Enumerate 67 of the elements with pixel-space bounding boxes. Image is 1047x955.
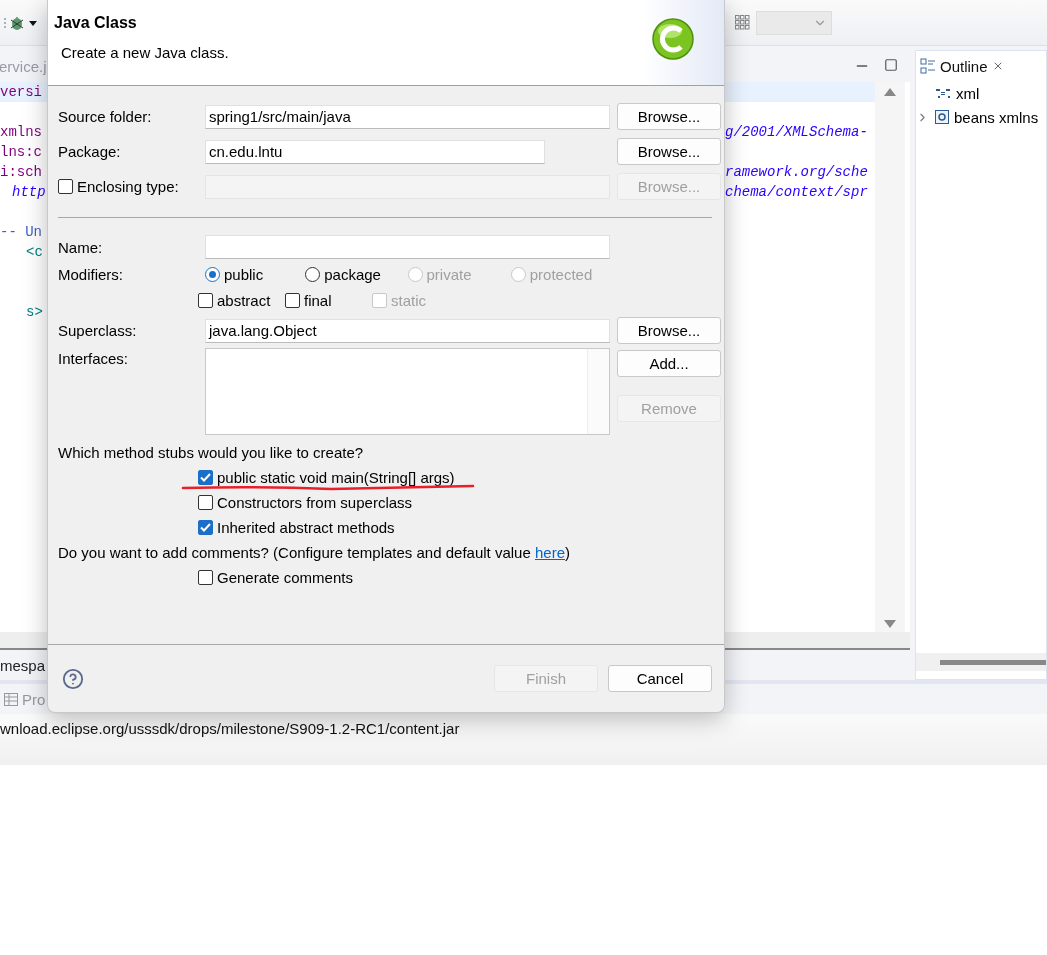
input-field[interactable]: cn.edu.lntu [205, 139, 545, 164]
code-line: <c [25, 243, 43, 262]
editor-subtab[interactable]: mespa [0, 656, 46, 674]
cancel-button[interactable]: Cancel [608, 665, 712, 692]
field-label: Package: [58, 143, 122, 160]
status-text: wnload.eclipse.org/usssdk/drops/milestone/S909-1.2-RC1/content.jar [0, 714, 1047, 765]
list-button[interactable]: Add... [617, 350, 721, 377]
checkbox[interactable] [198, 470, 213, 485]
comments-question: Do you want to add comments? (Configure templates and default value here) [58, 544, 570, 561]
field-label: Superclass: [58, 322, 138, 339]
radio-label: private [426, 265, 472, 283]
outline-item[interactable]: xml [916, 81, 1046, 105]
field-label: Enclosing type: [77, 178, 179, 195]
code-line: xmlns [0, 123, 42, 142]
checkbox[interactable] [198, 570, 213, 585]
outline-icon [920, 58, 936, 74]
code-line: lns:c [0, 143, 42, 162]
radio-button[interactable] [205, 266, 220, 282]
input-field[interactable]: java.lang.Object [205, 318, 610, 343]
browse-button[interactable]: Browse... [617, 317, 721, 344]
class-logo-icon [650, 16, 696, 62]
stubs-question: Which method stubs would you like to create? [58, 444, 364, 461]
outline-item[interactable]: beans xmlns [916, 105, 1046, 129]
checkbox-label: Inherited abstract methods [217, 519, 395, 536]
checkbox[interactable] [198, 495, 213, 510]
checkbox-label: abstract [217, 292, 271, 309]
code-line: s> [25, 303, 43, 322]
code-line: g/2001/XMLSchema- [725, 123, 868, 142]
maximize-icon[interactable] [884, 58, 898, 72]
radio-label: protected [529, 265, 593, 283]
code-line: versi [0, 83, 42, 102]
radio-label: package [324, 265, 381, 283]
scrollbar[interactable] [916, 653, 1046, 671]
browse-button[interactable]: Browse... [617, 138, 721, 165]
dialog-subtitle: Create a new Java class. [60, 44, 229, 61]
help-icon[interactable] [62, 667, 84, 690]
table-icon [4, 692, 18, 706]
input-field[interactable]: spring1/src/main/java [205, 104, 610, 129]
radio-button[interactable] [305, 266, 321, 282]
code-line: -- Un [0, 223, 42, 242]
browse-button[interactable]: Browse... [617, 103, 721, 130]
code-line: ramework.org/sche [725, 163, 868, 182]
radio-label: public [224, 265, 264, 283]
checkbox-label: Constructors from superclass [217, 494, 413, 511]
field-label: Modifiers: [58, 265, 125, 283]
field-label: Interfaces: [58, 349, 130, 367]
code-line: chema/context/spr [725, 183, 868, 202]
checkbox-label: static [391, 292, 426, 309]
checkbox[interactable] [198, 293, 213, 308]
dialog-title: Java Class [54, 14, 138, 32]
input-field[interactable] [205, 235, 610, 259]
outline-title[interactable]: Outline [940, 57, 988, 75]
checkbox[interactable] [198, 520, 213, 535]
field-label: Source folder: [58, 108, 153, 125]
bug-icon[interactable] [3, 14, 37, 31]
checkbox-label: final [304, 292, 332, 309]
checkbox-label: Generate comments [217, 569, 353, 586]
here-link[interactable]: here [534, 544, 565, 561]
field-label: Name: [58, 238, 104, 256]
code-line: http [11, 183, 46, 202]
grid-icon[interactable] [735, 15, 750, 30]
instruction-icon [935, 86, 951, 100]
checkbox-label: public static void main(String[] args) [217, 469, 455, 486]
checkbox[interactable] [285, 293, 300, 308]
code-line: i:sch [0, 163, 42, 182]
scrollbar[interactable] [875, 82, 905, 632]
element-icon [935, 110, 949, 124]
